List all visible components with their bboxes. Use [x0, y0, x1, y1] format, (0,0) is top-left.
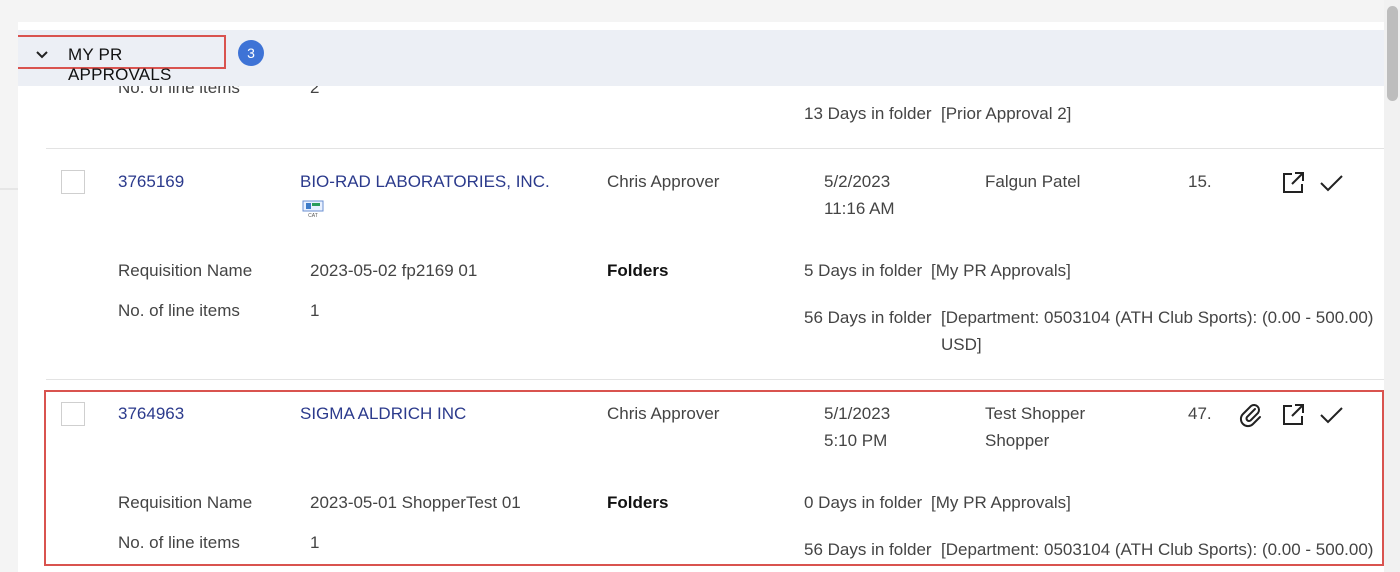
folder-days: 5 Days in folder — [804, 261, 923, 280]
folder-name: [My PR Approvals] — [931, 261, 1071, 280]
left-background — [0, 0, 18, 572]
top-background — [0, 0, 1400, 22]
attachment-paperclip-icon[interactable] — [1238, 402, 1264, 428]
line-items-value: 1 — [310, 533, 320, 552]
supplier-link[interactable]: BIO-RAD LABORATORIES, INC. — [300, 172, 550, 192]
svg-text:CAT: CAT — [308, 213, 318, 218]
folder-name: [My PR Approvals] — [931, 493, 1071, 512]
folder-days: 56 Days in folder — [804, 308, 932, 327]
approver-name: Chris Approver — [607, 172, 720, 191]
amount-value: 15. — [1188, 172, 1212, 191]
folder-name: [Department: 0503104 (ATH Club Sports): … — [941, 308, 1374, 327]
approver-name: Chris Approver — [607, 404, 720, 423]
requisition-name-label: Requisition Name — [118, 261, 253, 280]
folders-label: Folders — [607, 493, 669, 512]
chevron-down-icon — [36, 51, 48, 59]
submitted-time: 5:10 PM — [824, 431, 888, 450]
submitted-date: 5/1/2023 — [824, 404, 891, 423]
requisition-name-value: 2023-05-02 fp2169 01 — [310, 261, 478, 280]
folder-days: 56 Days in folder — [804, 540, 932, 559]
requester-name-line2: Shopper — [985, 431, 1050, 450]
prev-folder-name: [Prior Approval 2] — [941, 104, 1072, 123]
punchout-catalog-icon: CAT — [302, 200, 324, 218]
scrollbar-thumb[interactable] — [1387, 6, 1398, 101]
section-title: MY PR APPROVALS — [68, 45, 172, 84]
folders-label: Folders — [607, 261, 669, 280]
count-badge: 3 — [238, 40, 264, 66]
line-items-label: No. of line items — [118, 533, 240, 552]
approve-check-icon[interactable] — [1318, 170, 1344, 196]
folder-name: [Department: 0503104 (ATH Club Sports): … — [941, 540, 1374, 559]
submitted-time: 11:16 AM — [824, 199, 895, 218]
open-external-icon[interactable] — [1280, 170, 1306, 196]
submitted-date: 5/2/2023 — [824, 172, 891, 191]
supplier-link[interactable]: SIGMA ALDRICH INC — [300, 404, 466, 424]
amount-value: 47. — [1188, 404, 1212, 423]
line-items-label: No. of line items — [118, 301, 240, 320]
line-items-value: 1 — [310, 301, 320, 320]
row-divider — [46, 148, 1388, 149]
approvals-panel: No. of line items 2 13 Days in folder [P… — [18, 22, 1388, 572]
requisition-id-link[interactable]: 3764963 — [118, 404, 184, 424]
row-select-checkbox[interactable] — [61, 402, 85, 426]
requisition-id-link[interactable]: 3765169 — [118, 172, 184, 192]
requisition-name-label: Requisition Name — [118, 493, 253, 512]
requester-name: Falgun Patel — [985, 172, 1081, 191]
row-select-checkbox[interactable] — [61, 170, 85, 194]
approve-check-icon[interactable] — [1318, 402, 1344, 428]
left-divider — [0, 188, 18, 190]
requester-name: Test Shopper — [985, 404, 1086, 423]
folder-days: 0 Days in folder — [804, 493, 923, 512]
section-header-my-pr-approvals: MY PR APPROVALS 3 — [18, 30, 1388, 86]
requisition-name-value: 2023-05-01 ShopperTest 01 — [310, 493, 521, 512]
prev-folder-days: 13 Days in folder — [804, 104, 932, 123]
open-external-icon[interactable] — [1280, 402, 1306, 428]
vertical-scrollbar[interactable] — [1384, 0, 1400, 572]
row-divider — [46, 379, 1388, 380]
section-toggle[interactable]: MY PR APPROVALS — [18, 35, 226, 84]
folder-name-continued: USD] — [941, 335, 982, 354]
